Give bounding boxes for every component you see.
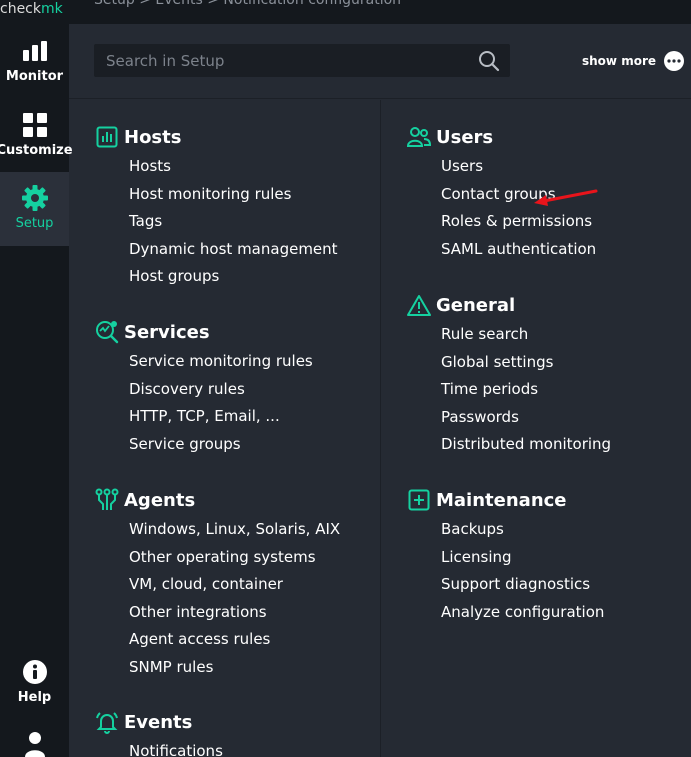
show-more-button[interactable]: show more — [582, 51, 684, 71]
menu-item-backups[interactable]: Backups — [407, 519, 604, 547]
sidebar-item-help[interactable]: Help — [0, 646, 69, 720]
menu-item-support-diagnostics[interactable]: Support diagnostics — [407, 574, 604, 602]
maintenance-icon — [407, 488, 431, 512]
menu-item-service-groups[interactable]: Service groups — [95, 434, 313, 462]
bell-icon — [95, 710, 119, 734]
menu-item-hosts[interactable]: Hosts — [95, 156, 338, 184]
menu-item-time-periods[interactable]: Time periods — [407, 379, 611, 407]
menu-item-snmp-rules[interactable]: SNMP rules — [95, 657, 340, 685]
show-more-label: show more — [582, 54, 656, 68]
menu-item-distributed-monitoring[interactable]: Distributed monitoring — [407, 434, 611, 462]
bar-chart-icon — [22, 37, 48, 65]
sidebar-item-customize[interactable]: Customize — [0, 99, 73, 173]
menu-item-host-monitoring-rules[interactable]: Host monitoring rules — [95, 184, 338, 212]
sidebar-item-label: Customize — [0, 143, 73, 158]
menu-item-roles-permissions[interactable]: Roles & permissions — [407, 211, 596, 239]
section-title[interactable]: Services — [124, 322, 210, 343]
menu-item-rule-search[interactable]: Rule search — [407, 324, 611, 352]
section-title[interactable]: Agents — [124, 490, 195, 511]
sidebar-item-setup[interactable]: Setup — [0, 172, 69, 246]
sidebar: checkmk Monitor Customize Setup Help — [0, 0, 73, 757]
section-general: General Rule search Global settings Time… — [407, 292, 611, 462]
section-title[interactable]: Events — [124, 712, 192, 733]
menu-item-notifications[interactable]: Notifications — [95, 741, 223, 757]
menu-item-users[interactable]: Users — [407, 156, 596, 184]
section-services: Services Service monitoring rules Discov… — [95, 319, 313, 461]
section-header: Events — [95, 709, 223, 735]
sidebar-item-user[interactable] — [0, 720, 69, 757]
section-title[interactable]: Users — [436, 127, 493, 148]
grid-icon — [22, 111, 48, 139]
menu-item-passwords[interactable]: Passwords — [407, 407, 611, 435]
sidebar-item-monitor[interactable]: Monitor — [0, 25, 69, 99]
search-icon[interactable] — [478, 50, 500, 72]
section-header: Hosts — [95, 124, 338, 150]
menu-item-dynamic-host-management[interactable]: Dynamic host management — [95, 239, 338, 267]
info-icon — [22, 658, 48, 686]
menu-item-http-tcp-email[interactable]: HTTP, TCP, Email, ... — [95, 406, 313, 434]
menu-item-other-integrations[interactable]: Other integrations — [95, 602, 340, 630]
sidebar-item-label: Monitor — [5, 69, 64, 84]
breadcrumb[interactable]: Setup > Events > Notification configurat… — [94, 0, 401, 8]
menu-item-windows-linux[interactable]: Windows, Linux, Solaris, AIX — [95, 519, 340, 547]
sidebar-item-label: Help — [17, 690, 52, 705]
gear-icon — [21, 184, 49, 212]
menu-item-saml-authentication[interactable]: SAML authentication — [407, 239, 596, 267]
menu-item-vm-cloud-container[interactable]: VM, cloud, container — [95, 574, 340, 602]
menu-item-discovery-rules[interactable]: Discovery rules — [95, 379, 313, 407]
services-icon — [95, 320, 119, 344]
column-divider — [380, 100, 381, 757]
top-bar: Setup > Events > Notification configurat… — [69, 0, 691, 24]
section-title[interactable]: Maintenance — [436, 490, 567, 511]
section-events: Events Notifications — [95, 709, 223, 757]
section-header: Users — [407, 124, 596, 150]
hosts-icon — [95, 125, 119, 149]
annotation-arrow-icon — [534, 189, 598, 206]
section-header: Maintenance — [407, 487, 604, 513]
menu-item-service-monitoring-rules[interactable]: Service monitoring rules — [95, 351, 313, 379]
menu-item-other-os[interactable]: Other operating systems — [95, 547, 340, 575]
section-agents: Agents Windows, Linux, Solaris, AIX Othe… — [95, 487, 340, 684]
section-title[interactable]: General — [436, 295, 515, 316]
menu-item-analyze-configuration[interactable]: Analyze configuration — [407, 602, 604, 630]
section-maintenance: Maintenance Backups Licensing Support di… — [407, 487, 604, 629]
menu-item-tags[interactable]: Tags — [95, 211, 338, 239]
sidebar-item-label: Setup — [15, 216, 54, 231]
search-box — [94, 44, 510, 77]
checkmk-logo[interactable]: checkmk — [0, 0, 69, 22]
section-header: General — [407, 292, 611, 318]
warning-icon — [407, 293, 431, 317]
section-title[interactable]: Hosts — [124, 127, 181, 148]
menu-item-agent-access-rules[interactable]: Agent access rules — [95, 629, 340, 657]
user-icon — [24, 730, 46, 757]
search-input[interactable] — [94, 44, 474, 77]
section-header: Services — [95, 319, 313, 345]
more-dots-icon — [664, 51, 684, 71]
menu-item-host-groups[interactable]: Host groups — [95, 266, 338, 294]
agents-icon — [95, 488, 119, 512]
search-area: show more — [69, 24, 691, 99]
users-icon — [407, 125, 431, 149]
section-header: Agents — [95, 487, 340, 513]
menu-item-global-settings[interactable]: Global settings — [407, 352, 611, 380]
section-hosts: Hosts Hosts Host monitoring rules Tags D… — [95, 124, 338, 294]
menu-item-licensing[interactable]: Licensing — [407, 547, 604, 575]
